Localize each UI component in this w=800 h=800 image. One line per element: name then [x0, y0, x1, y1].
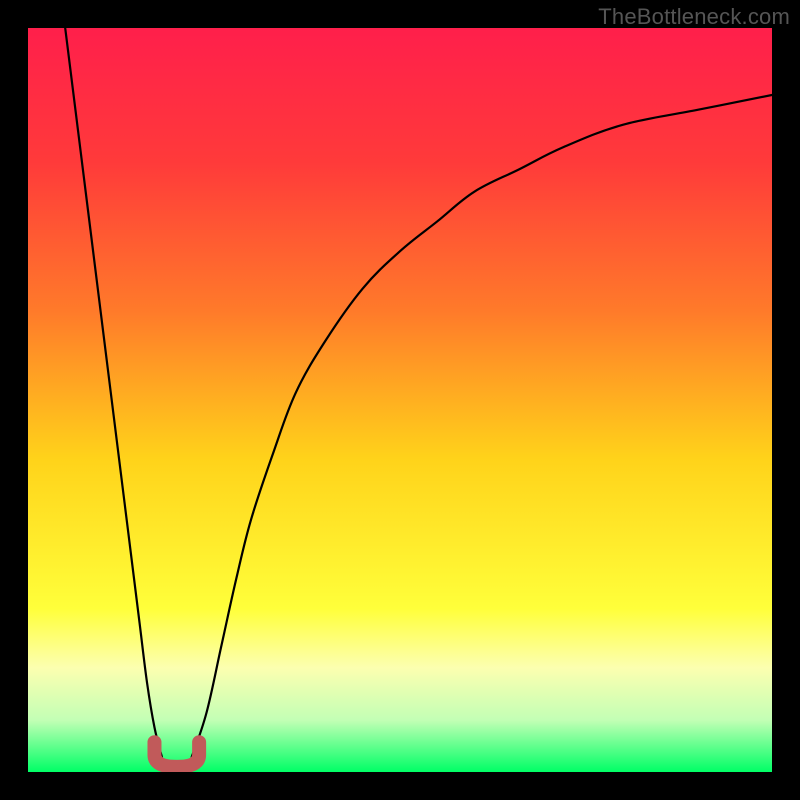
chart-frame: TheBottleneck.com — [0, 0, 800, 800]
plot-area — [28, 28, 772, 772]
gradient-background — [28, 28, 772, 772]
chart-svg — [28, 28, 772, 772]
attribution-label: TheBottleneck.com — [598, 4, 790, 30]
